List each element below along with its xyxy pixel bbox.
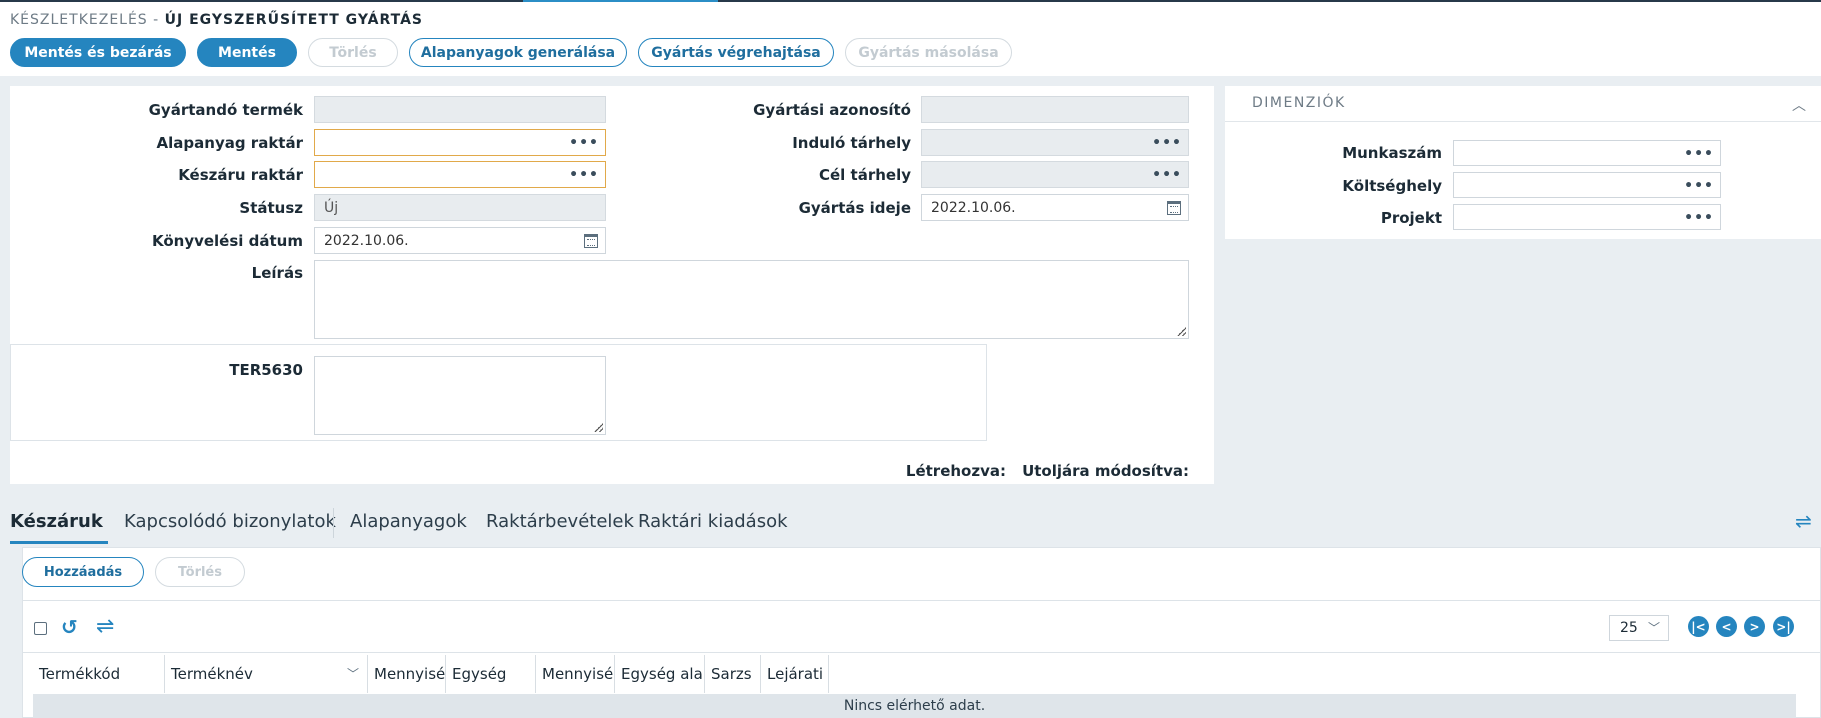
- status-label: Státusz: [239, 199, 303, 217]
- start-location-label: Induló tárhely: [792, 134, 911, 152]
- column-header[interactable]: Egység alap: [615, 655, 705, 693]
- resize-handle[interactable]: [594, 423, 603, 432]
- next-page-icon[interactable]: >: [1744, 616, 1765, 637]
- refresh-icon[interactable]: ↺: [61, 615, 78, 639]
- production-id-field: [921, 96, 1189, 123]
- tab-separator: [333, 508, 334, 538]
- page-size-value: 25: [1620, 620, 1638, 636]
- column-header[interactable]: Mennyiség: [368, 655, 446, 693]
- project-label: Projekt: [1380, 209, 1442, 227]
- description-textarea[interactable]: [314, 260, 1189, 339]
- created-label: Létrehozva:: [905, 462, 1006, 480]
- work-number-label: Munkaszám: [1342, 144, 1442, 162]
- column-header[interactable]: Lejárati d: [761, 655, 829, 693]
- save-button[interactable]: Mentés: [197, 38, 297, 67]
- calendar-icon[interactable]: [584, 234, 598, 248]
- tab-finished-goods[interactable]: Készáruk: [10, 511, 103, 532]
- dimensions-title: DIMENZIÓK: [1252, 95, 1346, 111]
- swap-columns-icon[interactable]: ⇌: [96, 614, 114, 639]
- tab-raw-materials[interactable]: Alapanyagok: [350, 511, 467, 532]
- column-header[interactable]: Termékkód: [33, 655, 165, 693]
- calendar-icon[interactable]: [1167, 201, 1181, 215]
- resize-handle[interactable]: [1177, 327, 1186, 336]
- divider: [22, 600, 1821, 601]
- swap-icon[interactable]: ⇌: [1795, 509, 1812, 533]
- lookup-icon[interactable]: •••: [1684, 178, 1714, 194]
- delete-button[interactable]: Törlés: [308, 38, 398, 67]
- last-page-icon[interactable]: >|: [1773, 616, 1794, 637]
- column-header[interactable]: Terméknév ﹀: [165, 655, 368, 693]
- product-label: Gyártandó termék: [148, 101, 303, 119]
- custom-field-label: TER5630: [229, 361, 303, 379]
- lookup-icon[interactable]: •••: [1684, 146, 1714, 162]
- modified-label: Utoljára módosítva:: [1022, 462, 1189, 480]
- finished-warehouse-field[interactable]: •••: [314, 161, 606, 188]
- copy-production-button[interactable]: Gyártás másolása: [845, 38, 1012, 67]
- column-header[interactable]: Mennyiség: [536, 655, 615, 693]
- divider: [1225, 121, 1821, 122]
- posting-date-field[interactable]: 2022.10.06.: [314, 227, 606, 254]
- divider: [22, 652, 1821, 653]
- column-header[interactable]: Sarzs: [705, 655, 761, 693]
- add-button[interactable]: Hozzáadás: [22, 557, 144, 587]
- chevron-down-icon: ﹀: [1647, 621, 1660, 635]
- status-field: Új: [314, 194, 606, 221]
- page-title: KÉSZLETKEZELÉS - ÚJ EGYSZERŰSÍTETT GYÁRT…: [10, 12, 423, 28]
- lookup-icon[interactable]: •••: [569, 135, 599, 151]
- active-tab-underline: [10, 541, 108, 544]
- breadcrumb[interactable]: KÉSZLETKEZELÉS -: [10, 12, 159, 28]
- project-field[interactable]: •••: [1453, 204, 1721, 230]
- target-location-field: •••: [921, 161, 1189, 188]
- first-page-icon[interactable]: |<: [1688, 616, 1709, 637]
- work-number-field[interactable]: •••: [1453, 140, 1721, 166]
- previous-page-icon[interactable]: <: [1716, 616, 1737, 637]
- raw-warehouse-field[interactable]: •••: [314, 129, 606, 156]
- column-header[interactable]: Egység: [446, 655, 536, 693]
- lookup-icon[interactable]: •••: [1684, 210, 1714, 226]
- cost-center-label: Költséghely: [1342, 177, 1442, 195]
- product-field: [314, 96, 606, 123]
- chevron-up-icon[interactable]: ︿: [1792, 95, 1806, 115]
- tab-warehouse-issues[interactable]: Raktári kiadások: [638, 511, 788, 532]
- grid-delete-button[interactable]: Törlés: [155, 557, 245, 587]
- production-id-label: Gyártási azonosító: [753, 101, 911, 119]
- execute-production-button[interactable]: Gyártás végrehajtása: [638, 38, 834, 67]
- start-location-field: •••: [921, 129, 1189, 156]
- tab-warehouse-receipts[interactable]: Raktárbevételek: [486, 511, 634, 532]
- description-label: Leírás: [251, 264, 303, 282]
- cost-center-field[interactable]: •••: [1453, 172, 1721, 198]
- target-location-label: Cél tárhely: [818, 166, 911, 184]
- tab-related-documents[interactable]: Kapcsolódó bizonylatok: [124, 511, 336, 532]
- select-all-checkbox[interactable]: [34, 622, 47, 635]
- sort-chevron-icon[interactable]: ﹀: [347, 665, 359, 682]
- column-header-label: Terméknév: [171, 665, 253, 683]
- production-time-field[interactable]: 2022.10.06.: [921, 194, 1189, 221]
- finished-warehouse-label: Készáru raktár: [178, 166, 303, 184]
- lookup-icon: •••: [1152, 167, 1182, 183]
- generate-materials-button[interactable]: Alapanyagok generálása: [409, 38, 627, 67]
- empty-grid-message: Nincs elérhető adat.: [33, 694, 1796, 718]
- lookup-icon[interactable]: •••: [569, 167, 599, 183]
- page-size-select[interactable]: 25 ﹀: [1609, 615, 1669, 641]
- page-title-text: ÚJ EGYSZERŰSÍTETT GYÁRTÁS: [164, 12, 423, 28]
- raw-warehouse-label: Alapanyag raktár: [156, 134, 303, 152]
- save-and-close-button[interactable]: Mentés és bezárás: [10, 38, 186, 67]
- production-time-label: Gyártás ideje: [798, 199, 911, 217]
- custom-field-textarea[interactable]: [314, 356, 606, 435]
- posting-date-label: Könyvelési dátum: [151, 232, 303, 250]
- lookup-icon: •••: [1152, 135, 1182, 151]
